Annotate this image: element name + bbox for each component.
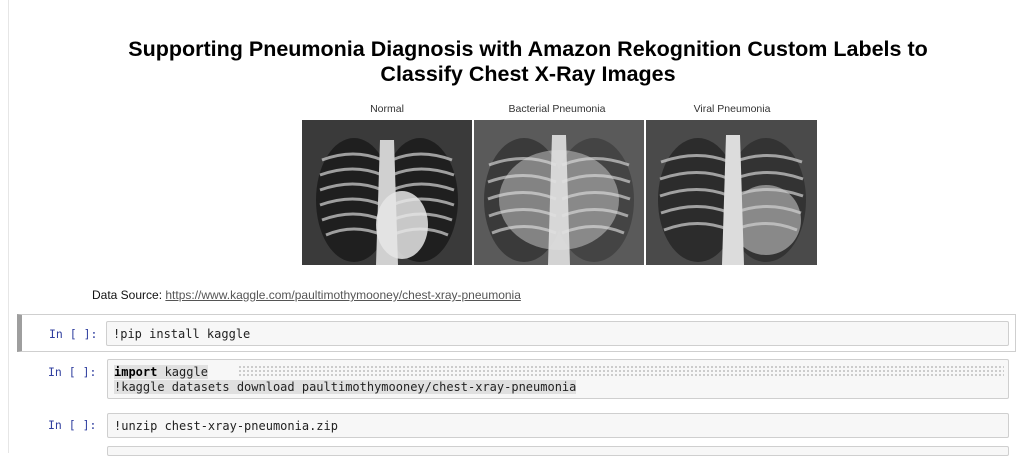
import-keyword: import bbox=[114, 365, 158, 379]
code-text: kaggle bbox=[157, 365, 208, 379]
code-input[interactable]: import kaggle !kaggle datasets download … bbox=[107, 359, 1009, 399]
label-viral-pneumonia: Viral Pneumonia bbox=[693, 103, 771, 115]
data-source-link[interactable]: https://www.kaggle.com/paultimothymooney… bbox=[165, 288, 521, 302]
code-cell-4[interactable] bbox=[18, 446, 1016, 456]
code-cell-1[interactable]: In [ ]: !pip install kaggle bbox=[17, 314, 1016, 352]
code-line-1: import kaggle bbox=[114, 365, 208, 379]
page-title: Supporting Pneumonia Diagnosis with Amaz… bbox=[20, 37, 1027, 87]
code-input[interactable] bbox=[107, 446, 1009, 456]
data-source-label: Data Source: bbox=[92, 288, 166, 302]
title-line-1: Supporting Pneumonia Diagnosis with Amaz… bbox=[128, 37, 928, 61]
xray-normal-image bbox=[302, 120, 472, 265]
xray-bacterial-pneumonia-image bbox=[474, 120, 644, 265]
code-input[interactable]: !unzip chest-xray-pneumonia.zip bbox=[107, 413, 1009, 438]
code-cell-3[interactable]: In [ ]: !unzip chest-xray-pneumonia.zip bbox=[18, 410, 1016, 440]
notebook-left-border bbox=[8, 0, 9, 453]
label-normal: Normal bbox=[370, 103, 404, 115]
data-source-line: Data Source: https://www.kaggle.com/paul… bbox=[92, 288, 521, 302]
xray-comparison-figure: Normal Bacterial Pneumonia Viral Pneumon… bbox=[302, 103, 817, 266]
xray-viral-pneumonia-image bbox=[646, 120, 817, 265]
code-line: !pip install kaggle bbox=[113, 327, 251, 341]
code-input[interactable]: !pip install kaggle bbox=[106, 321, 1009, 346]
title-line-2: Classify Chest X-Ray Images bbox=[380, 62, 676, 86]
markdown-cell[interactable]: Supporting Pneumonia Diagnosis with Amaz… bbox=[20, 0, 1015, 308]
code-line-2: !kaggle datasets download paultimothymoo… bbox=[114, 380, 577, 394]
label-bacterial-pneumonia: Bacterial Pneumonia bbox=[508, 103, 606, 115]
code-cell-2[interactable]: In [ ]: import kaggle !kaggle datasets d… bbox=[18, 357, 1016, 402]
code-line: !unzip chest-xray-pneumonia.zip bbox=[114, 419, 338, 433]
line-highlight bbox=[238, 365, 1004, 376]
